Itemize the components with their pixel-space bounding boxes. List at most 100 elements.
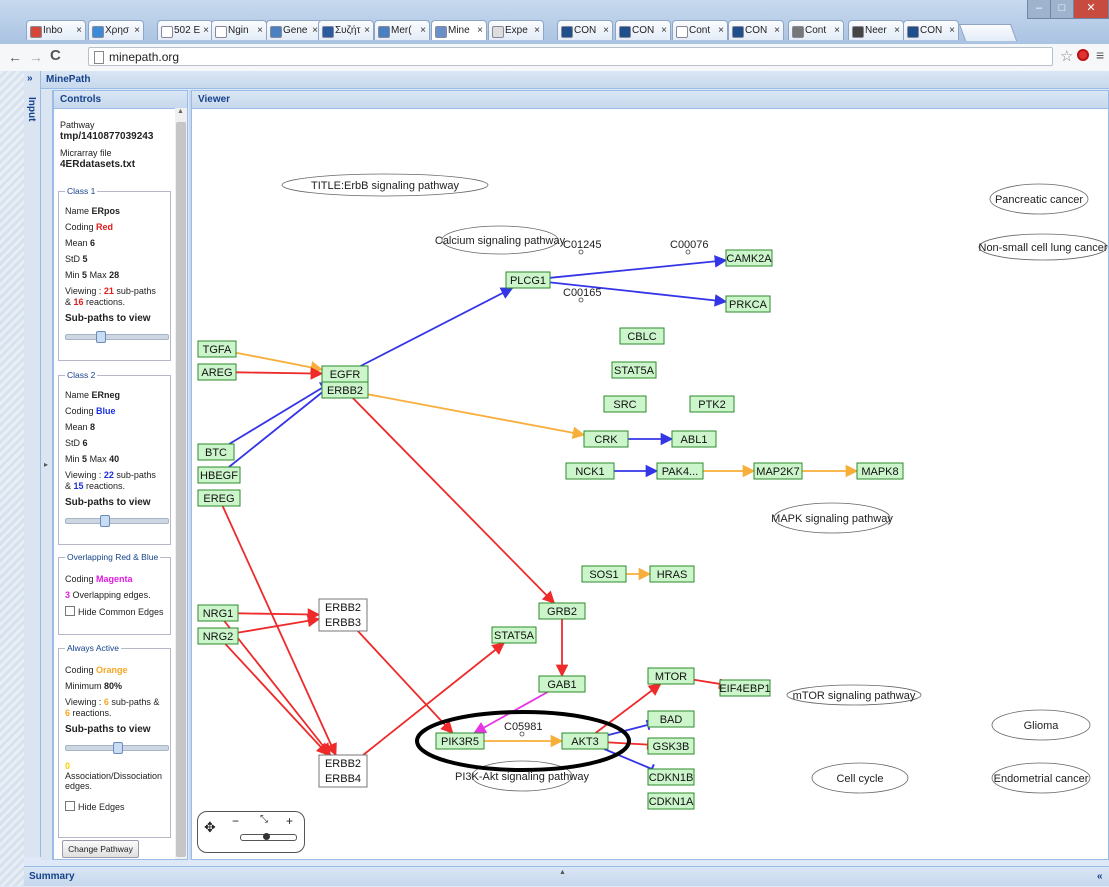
- controls-scroll-thumb[interactable]: [176, 122, 186, 857]
- zoom-slider[interactable]: [240, 833, 297, 841]
- collapse-arrow-icon[interactable]: ▸: [44, 460, 48, 469]
- browser-tab[interactable]: Mine ×: [431, 20, 487, 40]
- zoom-out-icon[interactable]: −: [232, 814, 239, 828]
- menu-icon[interactable]: ≡: [1096, 47, 1104, 63]
- summary-expand-icon[interactable]: ▲: [559, 863, 566, 883]
- browser-tab[interactable]: Inbo ×: [26, 20, 86, 40]
- pan-hand-icon[interactable]: ✥: [204, 819, 216, 836]
- checkbox-box[interactable]: [65, 801, 75, 811]
- compound-node[interactable]: [578, 249, 584, 255]
- graph-edge[interactable]: [235, 367, 324, 380]
- browser-tab[interactable]: Συζήτ ×: [318, 20, 374, 40]
- class1-std-label: StD: [65, 254, 81, 264]
- overlap-coding-label: Coding: [65, 574, 94, 584]
- tab-close-icon[interactable]: ×: [834, 21, 840, 40]
- pathway-graph[interactable]: C01245 C00076 C00165 C05981 TITLE:ErbB sign…: [192, 108, 1108, 859]
- graph-edge[interactable]: [357, 630, 454, 734]
- graph-edge[interactable]: [223, 620, 332, 756]
- browser-tab[interactable]: Expe ×: [488, 20, 544, 40]
- graph-edge[interactable]: [237, 608, 321, 621]
- back-arrow-icon[interactable]: ←: [8, 49, 22, 65]
- browser-tab[interactable]: CON ×: [903, 20, 959, 40]
- graph-edge[interactable]: [367, 393, 586, 439]
- class2-slider-thumb[interactable]: [100, 515, 110, 527]
- zoom-in-icon[interactable]: +: [286, 814, 293, 828]
- url-field[interactable]: minepath.org: [88, 47, 1053, 66]
- browser-tab[interactable]: Cont ×: [788, 20, 844, 40]
- tab-close-icon[interactable]: ×: [661, 21, 667, 40]
- new-tab-button[interactable]: [958, 24, 1018, 41]
- browser-tab[interactable]: Mer(×: [374, 20, 430, 40]
- reload-icon[interactable]: C: [50, 47, 61, 64]
- zoom-fit-icon[interactable]: ⤡: [260, 814, 268, 825]
- tab-close-icon[interactable]: ×: [364, 21, 370, 40]
- hide-edges-checkbox[interactable]: Hide Edges: [65, 801, 125, 812]
- browser-tab[interactable]: Neer ×: [848, 20, 904, 40]
- tab-close-icon[interactable]: ×: [76, 21, 82, 40]
- browser-tab[interactable]: CON ×: [728, 20, 784, 40]
- browser-tab[interactable]: Ngin ×: [211, 20, 267, 40]
- graph-edge[interactable]: [224, 643, 330, 756]
- tab-close-icon[interactable]: ×: [774, 21, 780, 40]
- tab-close-icon[interactable]: ×: [477, 21, 483, 40]
- zoom-pan-control[interactable]: ✥ − ⤡ +: [197, 811, 305, 853]
- graph-edge[interactable]: [549, 255, 728, 279]
- summary-collapse-icon[interactable]: «: [1097, 867, 1103, 887]
- tab-close-icon[interactable]: ×: [534, 21, 540, 40]
- gene-label: HBEGF: [200, 470, 238, 482]
- close-window-button[interactable]: ✕: [1073, 0, 1109, 19]
- compound-node[interactable]: [578, 297, 584, 303]
- browser-tab[interactable]: CON ×: [557, 20, 613, 40]
- browser-tab[interactable]: CON ×: [615, 20, 671, 40]
- tab-label: Expe: [505, 25, 528, 36]
- checkbox-box[interactable]: [65, 606, 75, 616]
- compound-label: C01245: [563, 239, 602, 251]
- change-pathway-button[interactable]: Change Pathway: [62, 840, 139, 858]
- tab-close-icon[interactable]: ×: [203, 21, 209, 40]
- class2-mean-label: Mean: [65, 422, 88, 432]
- expand-icon[interactable]: »: [27, 73, 33, 84]
- tab-close-icon[interactable]: ×: [420, 21, 426, 40]
- gene-label: GAB1: [547, 679, 576, 691]
- tab-close-icon[interactable]: ×: [257, 21, 263, 40]
- always-slider-thumb[interactable]: [113, 742, 123, 754]
- graph-edge[interactable]: [360, 287, 514, 367]
- graph-edge[interactable]: [235, 351, 324, 374]
- controls-splitter[interactable]: ▸: [41, 90, 53, 860]
- browser-tab[interactable]: 502 E ×: [157, 20, 213, 40]
- minimize-button[interactable]: –: [1027, 0, 1051, 19]
- class2-reactions-count: 15: [73, 481, 84, 491]
- forward-arrow-icon[interactable]: →: [29, 49, 43, 65]
- pathway-label: Cell cycle: [836, 773, 883, 785]
- browser-tab[interactable]: Cont ×: [672, 20, 728, 40]
- input-panel-collapsed[interactable]: » Input: [24, 71, 41, 857]
- maximize-button[interactable]: □: [1050, 0, 1074, 19]
- browser-tab[interactable]: Gene ×: [266, 20, 322, 40]
- class2-slider[interactable]: [65, 515, 169, 527]
- tab-close-icon[interactable]: ×: [894, 21, 900, 40]
- opera-extension-icon[interactable]: [1077, 49, 1089, 61]
- class1-slider[interactable]: [65, 331, 169, 343]
- gene-label: ABL1: [681, 434, 708, 446]
- compound-node[interactable]: [685, 249, 691, 255]
- tab-close-icon[interactable]: ×: [949, 21, 955, 40]
- hide-common-edges-checkbox[interactable]: Hide Common Edges: [65, 606, 164, 617]
- class2-legend: Class 2: [65, 370, 98, 380]
- graph-edge[interactable]: [693, 678, 721, 685]
- browser-tab[interactable]: Χρησ ×: [88, 20, 144, 40]
- bookmark-star-icon[interactable]: ☆: [1060, 47, 1073, 65]
- tab-close-icon[interactable]: ×: [603, 21, 609, 40]
- graph-edge[interactable]: [228, 381, 333, 445]
- compound-node[interactable]: [519, 731, 525, 737]
- summary-bar[interactable]: Summary ▲ «: [24, 866, 1109, 886]
- tab-close-icon[interactable]: ×: [718, 21, 724, 40]
- class1-subpaths-view: Sub-paths to view: [65, 313, 151, 324]
- zoom-slider-thumb[interactable]: [263, 833, 270, 840]
- graph-edge[interactable]: [228, 381, 337, 468]
- always-slider[interactable]: [65, 742, 169, 754]
- tab-close-icon[interactable]: ×: [134, 21, 140, 40]
- graph-edge[interactable]: [352, 397, 556, 604]
- class1-slider-thumb[interactable]: [96, 331, 106, 343]
- controls-scrollbar[interactable]: ▲: [175, 108, 187, 859]
- scroll-up-icon[interactable]: ▲: [177, 108, 184, 115]
